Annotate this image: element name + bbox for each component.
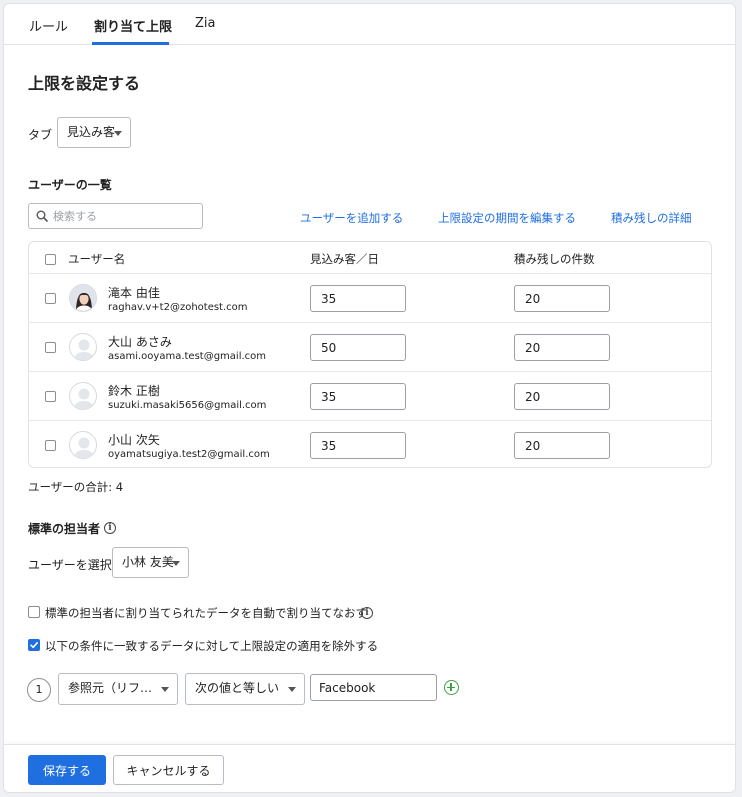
avatar: [69, 431, 97, 459]
exclude-condition-checkbox[interactable]: [28, 639, 40, 651]
add-condition-icon[interactable]: [444, 680, 459, 695]
avatar: [69, 284, 97, 312]
placeholder-avatar-icon: [73, 339, 95, 360]
backlog-details-link[interactable]: 積み残しの詳細: [611, 210, 692, 226]
user-total: ユーザーの合計: 4: [28, 480, 124, 494]
tab-assignment-limit[interactable]: 割り当て上限: [94, 16, 172, 35]
placeholder-avatar-icon: [73, 437, 95, 458]
auto-reassign-label: 標準の担当者に割り当てられたデータを自動で割り当てなおす: [45, 606, 367, 620]
backlog-input[interactable]: [514, 432, 610, 459]
per-day-input[interactable]: [310, 285, 406, 312]
backlog-input[interactable]: [514, 285, 610, 312]
placeholder-avatar-icon: [73, 388, 95, 409]
user-email: oyamatsugiya.test2@gmail.com: [108, 449, 270, 460]
user-email: suzuki.masaki5656@gmail.com: [108, 400, 267, 411]
chevron-down-icon: [172, 561, 180, 566]
user-list-heading: ユーザーの一覧: [28, 178, 112, 192]
tab-filter-label: タブ: [28, 128, 53, 142]
exclude-condition-label: 以下の条件に一致するデータに対して上限設定の適用を除外する: [45, 639, 379, 653]
table-row: 大山 あさみ asami.ooyama.test@gmail.com: [29, 322, 711, 371]
avatar: [69, 382, 97, 410]
per-day-input[interactable]: [310, 383, 406, 410]
avatar: [69, 333, 97, 361]
chevron-down-icon: [114, 131, 122, 136]
save-button[interactable]: 保存する: [28, 755, 106, 785]
check-icon: [30, 642, 38, 649]
default-owner-select[interactable]: 小林 友美: [112, 547, 189, 578]
condition-operator-select[interactable]: 次の値と等しい: [185, 673, 305, 705]
user-photo-icon: [70, 285, 96, 311]
user-name: 鈴木 正樹: [108, 384, 160, 398]
row-checkbox[interactable]: [45, 342, 56, 353]
row-checkbox[interactable]: [45, 391, 56, 402]
page-title: 上限を設定する: [28, 74, 141, 93]
assignment-limit-panel: ルール 割り当て上限 Zia 上限を設定する タブ 見込み客 ユーザーの一覧 ユ…: [3, 3, 736, 793]
default-owner-heading: 標準の担当者: [28, 522, 101, 536]
column-header-per-day: 見込み客／日: [310, 252, 379, 266]
backlog-input[interactable]: [514, 334, 610, 361]
table-row: 鈴木 正樹 suzuki.masaki5656@gmail.com: [29, 371, 711, 420]
active-tab-indicator: [92, 42, 169, 45]
table-row: 滝本 由佳 raghav.v+t2@zohotest.com: [29, 273, 711, 322]
select-user-label: ユーザーを選択: [28, 558, 112, 572]
add-user-link[interactable]: ユーザーを追加する: [300, 210, 403, 226]
footer-bar: 保存する キャンセルする: [4, 744, 735, 792]
column-header-backlog: 積み残しの件数: [514, 252, 595, 266]
auto-reassign-checkbox[interactable]: [28, 606, 40, 618]
user-limit-table: ユーザー名 見込み客／日 積み残しの件数 滝本 由佳 raghav.v+t2@z…: [28, 241, 712, 468]
backlog-input[interactable]: [514, 383, 610, 410]
select-all-checkbox[interactable]: [45, 254, 56, 265]
tab-filter-value: 見込み客: [67, 125, 116, 139]
user-email: raghav.v+t2@zohotest.com: [108, 302, 248, 313]
per-day-input[interactable]: [310, 334, 406, 361]
user-name: 滝本 由佳: [108, 286, 160, 300]
condition-field-select[interactable]: 参照元（リフ…: [58, 673, 178, 705]
user-name: 小山 次矢: [108, 433, 160, 447]
per-day-input[interactable]: [310, 432, 406, 459]
tab-rules[interactable]: ルール: [29, 16, 68, 35]
user-name: 大山 あさみ: [108, 335, 172, 349]
tab-filter-select[interactable]: 見込み客: [57, 117, 131, 148]
chevron-down-icon: [288, 687, 296, 692]
tab-bar: ルール 割り当て上限 Zia: [4, 4, 735, 45]
cancel-button[interactable]: キャンセルする: [113, 755, 224, 785]
row-checkbox[interactable]: [45, 440, 56, 451]
table-row: 小山 次矢 oyamatsugiya.test2@gmail.com: [29, 420, 711, 469]
edit-limit-period-link[interactable]: 上限設定の期間を編集する: [438, 210, 576, 226]
condition-value-input[interactable]: [310, 674, 437, 701]
tab-zia[interactable]: Zia: [195, 16, 215, 31]
info-icon[interactable]: i: [361, 607, 373, 619]
default-owner-value: 小林 友美: [122, 555, 174, 569]
condition-operator-value: 次の値と等しい: [195, 681, 280, 695]
search-box[interactable]: [28, 203, 203, 229]
user-email: asami.ooyama.test@gmail.com: [108, 351, 267, 362]
search-icon: [36, 210, 48, 222]
condition-index: 1: [27, 678, 51, 702]
search-input[interactable]: [53, 207, 198, 225]
row-checkbox[interactable]: [45, 293, 56, 304]
condition-field-value: 参照元（リフ…: [68, 681, 153, 695]
info-icon[interactable]: i: [104, 522, 116, 534]
chevron-down-icon: [161, 687, 169, 692]
column-header-user: ユーザー名: [68, 252, 126, 266]
